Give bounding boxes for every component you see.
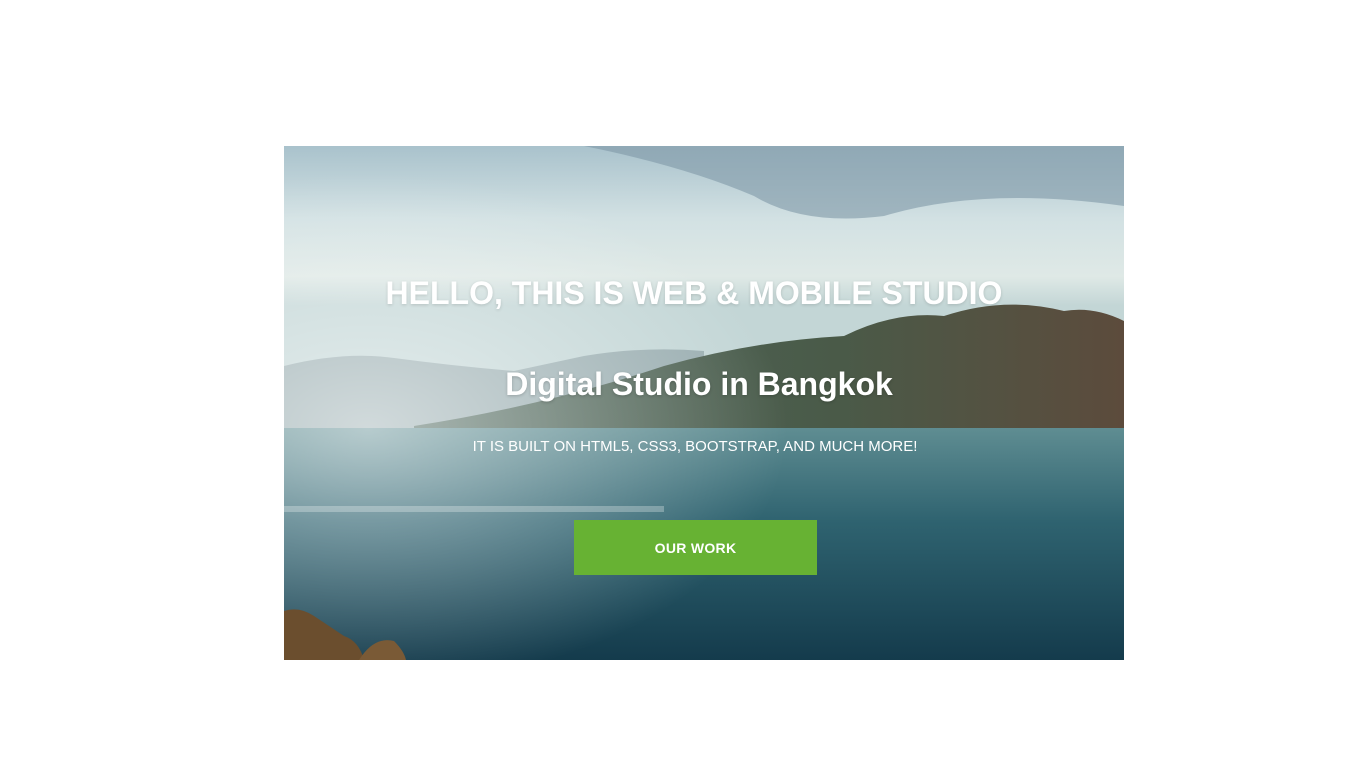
hero-tagline: IT IS BUILT ON HTML5, CSS3, BOOTSTRAP, A…: [472, 438, 918, 455]
hero-section: HELLO, THIS IS WEB & MOBILE STUDIO Digit…: [284, 146, 1124, 660]
hero-headline: HELLO, THIS IS WEB & MOBILE STUDIO: [385, 275, 1003, 311]
hero-content: HELLO, THIS IS WEB & MOBILE STUDIO Digit…: [284, 146, 1124, 660]
hero-subheadline: Digital Studio in Bangkok: [505, 366, 893, 402]
our-work-button[interactable]: OUR WORK: [574, 520, 817, 575]
